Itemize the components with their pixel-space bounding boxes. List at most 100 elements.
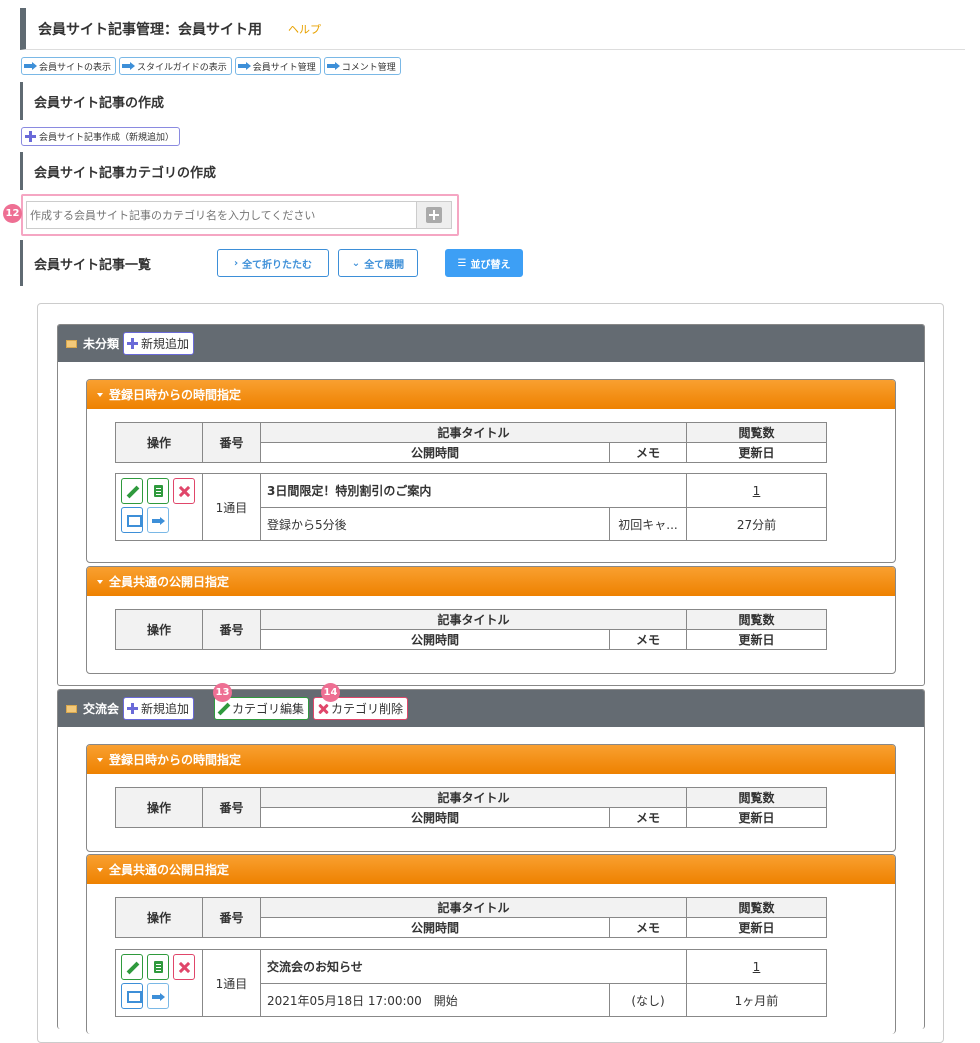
col-updated: 更新日 [686,807,827,828]
row-ops [115,473,203,541]
move-icon[interactable] [147,507,169,533]
view-style-guide-label: スタイルガイドの表示 [137,62,227,73]
section-category-title: 会員サイト記事カテゴリの作成 [20,152,216,190]
add-article-label: 新規追加 [141,337,190,351]
sort-label: 並び替え [470,259,511,271]
article-table: 操作 番号 記事タイトル 閲覧数 公開時間 メモ 更新日 [115,609,827,650]
copy-icon[interactable] [147,478,169,504]
chevron-down-icon: ⌄ [351,257,361,269]
col-views: 閲覧数 [686,422,827,443]
col-pubtime: 公開時間 [260,917,610,938]
views-link[interactable]: 1 [753,960,761,974]
row-pubtime: 登録から5分後 [260,507,610,541]
col-num: 番号 [202,787,261,828]
edit-icon[interactable] [121,954,143,980]
row-views[interactable]: 1 [686,949,827,984]
subgroup-header[interactable]: 全員共通の公開日指定 [87,855,895,884]
add-square-icon [426,207,442,223]
row-title[interactable]: 3日間限定！特別割引のご案内 [260,473,687,508]
row-ops [115,949,203,1017]
col-num: 番号 [202,897,261,938]
col-ops: 操作 [115,422,203,463]
article-table: 操作 番号 記事タイトル 閲覧数 公開時間 メモ 更新日 [115,422,827,463]
add-article-button[interactable]: 新規追加 [123,697,195,720]
category-name: 交流会 [83,702,120,716]
view-member-site-button[interactable]: 会員サイトの表示 [21,57,117,75]
envelope-icon [66,704,77,713]
col-pubtime: 公開時間 [260,629,610,650]
page-title: 会員サイト記事管理：会員サイト用 [38,21,262,38]
view-style-guide-button[interactable]: スタイルガイドの表示 [119,57,232,75]
category-name: 未分類 [83,337,120,351]
caret-down-icon [97,867,103,872]
close-icon [317,703,329,715]
edit-category-button[interactable]: カテゴリ編集 [214,697,310,720]
caret-down-icon [97,392,103,397]
row-views[interactable]: 1 [686,473,827,508]
delete-icon[interactable] [173,954,195,980]
col-num: 番号 [202,609,261,650]
help-link[interactable]: ヘルプ [288,21,321,37]
col-views: 閲覧数 [686,787,827,808]
subgroup-title: 登録日時からの時間指定 [109,388,242,402]
subgroup-header[interactable]: 登録日時からの時間指定 [87,380,895,409]
edit-icon[interactable] [121,478,143,504]
annotation-badge-12: 12 [3,204,22,223]
create-article-label: 会員サイト記事作成（新規追加） [39,133,175,143]
subgroup-header[interactable]: 登録日時からの時間指定 [87,745,895,774]
add-category-button[interactable] [416,201,452,229]
section-list-title: 会員サイト記事一覧 [20,240,151,286]
col-pubtime: 公開時間 [260,442,610,463]
envelope-icon [66,339,77,348]
collapse-all-label: 全て折りたたむ [242,259,313,271]
arrow-right-icon [152,517,165,525]
subgroup-title: 全員共通の公開日指定 [109,863,230,877]
row-memo: (なし) [609,983,687,1017]
member-site-manage-button[interactable]: 会員サイト管理 [234,57,321,75]
col-updated: 更新日 [686,629,827,650]
col-title: 記事タイトル [260,897,687,918]
col-ops: 操作 [115,897,203,938]
add-article-button[interactable]: 新規追加 [123,332,195,355]
view-member-site-label: 会員サイトの表示 [39,62,112,73]
subgroup-header[interactable]: 全員共通の公開日指定 [87,567,895,596]
create-article-button[interactable]: 会員サイト記事作成（新規追加） [21,127,181,146]
row-title[interactable]: 交流会のお知らせ [260,949,687,984]
caret-down-icon [97,757,103,762]
move-icon[interactable] [147,983,169,1009]
preview-icon[interactable] [121,507,143,533]
expand-all-label: 全て展開 [364,259,405,271]
sort-icon: ☰ [457,257,467,269]
row-updated: 27分前 [686,507,827,541]
col-ops: 操作 [115,787,203,828]
col-memo: メモ [609,917,687,938]
col-ops: 操作 [115,609,203,650]
edit-category-label: カテゴリ編集 [232,702,305,716]
article-row-table: 1通目 交流会のお知らせ 1 2021年05月18日 17:00:00 開始 (… [115,949,827,1017]
article-table: 操作 番号 記事タイトル 閲覧数 公開時間 メモ 更新日 [115,787,827,828]
col-pubtime: 公開時間 [260,807,610,828]
col-memo: メモ [609,807,687,828]
arrow-right-icon [122,62,136,70]
expand-all-button[interactable]: ⌄ 全て展開 [338,249,418,277]
col-title: 記事タイトル [260,422,687,443]
preview-icon[interactable] [121,983,143,1009]
collapse-all-button[interactable]: › 全て折りたたむ [217,249,329,277]
views-link[interactable]: 1 [753,484,761,498]
sort-button[interactable]: ☰ 並び替え [445,249,523,277]
delete-icon[interactable] [173,478,195,504]
section-create-title: 会員サイト記事の作成 [20,82,164,120]
col-memo: メモ [609,629,687,650]
plus-icon [127,703,139,714]
category-name-input[interactable] [26,201,416,229]
col-num: 番号 [202,422,261,463]
col-memo: メモ [609,442,687,463]
delete-category-label: カテゴリ削除 [331,702,404,716]
pencil-icon [218,703,230,715]
col-updated: 更新日 [686,917,827,938]
comment-manage-button[interactable]: コメント管理 [323,57,401,75]
annotation-badge-13: 13 [213,683,232,702]
col-views: 閲覧数 [686,609,827,630]
copy-icon[interactable] [147,954,169,980]
add-article-label: 新規追加 [141,702,190,716]
